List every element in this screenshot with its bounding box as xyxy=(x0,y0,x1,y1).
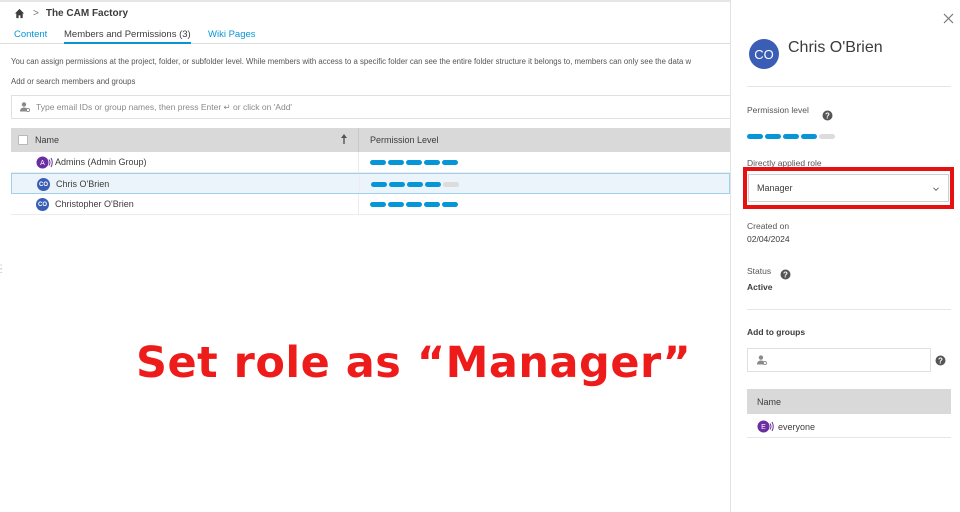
member-name: Christopher O'Brien xyxy=(55,199,134,209)
permission-segment-empty xyxy=(443,182,459,187)
group-name: everyone xyxy=(778,422,816,432)
user-search-icon xyxy=(20,102,31,113)
permission-segment-filled xyxy=(424,202,440,207)
created-value: 02/04/2024 xyxy=(747,234,790,244)
permission-level-indicator xyxy=(370,160,458,165)
column-divider xyxy=(358,128,359,152)
permissions-info-text: You can assign permissions at the projec… xyxy=(11,57,692,66)
permission-segment-filled xyxy=(424,160,440,165)
permission-segment-filled xyxy=(442,202,458,207)
table-row[interactable]: CO Christopher O'Brien xyxy=(11,194,730,215)
column-header-permission-level[interactable]: Permission Level xyxy=(370,135,439,145)
groups-table-header: Name xyxy=(747,389,951,414)
panel-permission-level-indicator xyxy=(747,134,835,139)
avatar: CO xyxy=(37,178,50,191)
role-selected-value: Manager xyxy=(757,183,793,193)
permission-segment-filled xyxy=(370,160,386,165)
group-avatar-letter: E xyxy=(761,424,766,431)
permission-segment-filled xyxy=(371,182,387,187)
group-search-input[interactable] xyxy=(771,355,930,365)
panel-user-name: Chris O'Brien xyxy=(788,39,883,56)
status-label: Status xyxy=(747,266,772,276)
select-all-checkbox[interactable] xyxy=(18,135,28,145)
permission-segment-filled xyxy=(783,134,799,139)
permission-segment-filled xyxy=(747,134,763,139)
group-row[interactable]: E everyone xyxy=(747,415,951,438)
avatar: CO xyxy=(749,39,779,69)
created-label: Created on xyxy=(747,221,790,231)
svg-text:?: ? xyxy=(783,271,788,280)
resize-handle[interactable]: :: xyxy=(0,263,2,275)
table-row[interactable]: A Admins (Admin Group) xyxy=(11,152,730,173)
svg-text:?: ? xyxy=(938,357,943,366)
tab-bar: Content Members and Permissions (3) Wiki… xyxy=(0,26,730,44)
member-name: Chris O'Brien xyxy=(56,179,110,189)
user-search-icon xyxy=(756,355,767,365)
permission-segment-filled xyxy=(370,202,386,207)
member-details-panel: CO Chris O'Brien Permission level ? Dire… xyxy=(730,0,960,512)
help-icon[interactable]: ? xyxy=(780,269,791,280)
breadcrumb-separator: > xyxy=(33,7,39,19)
close-icon[interactable] xyxy=(943,13,954,24)
avatar: CO xyxy=(36,198,49,211)
group-search-box[interactable] xyxy=(747,348,931,372)
divider xyxy=(747,86,951,87)
member-search-input[interactable] xyxy=(36,102,716,112)
table-row-selected[interactable]: CO Chris O'Brien xyxy=(11,173,730,194)
chevron-down-icon xyxy=(933,187,939,192)
groups-column-name: Name xyxy=(757,397,782,407)
divider xyxy=(747,309,951,310)
tab-members-permissions[interactable]: Members and Permissions (3) xyxy=(64,29,191,44)
member-search-box[interactable] xyxy=(11,95,730,119)
member-name: Admins (Admin Group) xyxy=(55,157,147,167)
permission-level-indicator xyxy=(371,182,459,187)
svg-text:?: ? xyxy=(825,112,830,121)
permission-segment-filled xyxy=(389,182,405,187)
permission-segment-filled xyxy=(425,182,441,187)
top-border xyxy=(0,0,730,2)
column-divider xyxy=(359,174,360,193)
help-icon[interactable]: ? xyxy=(935,355,946,366)
group-avatar-letter: A xyxy=(40,160,45,167)
group-avatar-icon: E xyxy=(757,420,774,433)
table-header: Name Permission Level xyxy=(11,128,730,152)
permission-segment-filled xyxy=(406,202,422,207)
permission-level-label: Permission level xyxy=(747,105,809,115)
add-to-groups-label: Add to groups xyxy=(747,327,806,337)
column-header-name[interactable]: Name xyxy=(35,135,59,145)
members-table: Name Permission Level A Admins (Admin Gr… xyxy=(11,128,730,215)
status-value: Active xyxy=(747,282,773,292)
permission-segment-filled xyxy=(407,182,423,187)
permission-level-indicator xyxy=(370,202,458,207)
help-icon[interactable]: ? xyxy=(822,110,833,121)
permission-segment-filled xyxy=(388,160,404,165)
column-divider xyxy=(358,194,359,214)
permission-segment-filled xyxy=(388,202,404,207)
breadcrumb-project[interactable]: The CAM Factory xyxy=(46,8,128,19)
group-avatar-icon: A xyxy=(36,156,53,169)
tab-content[interactable]: Content xyxy=(14,29,47,40)
permission-segment-filled xyxy=(406,160,422,165)
role-label: Directly applied role xyxy=(747,158,822,168)
tutorial-annotation: Set role as “Manager” xyxy=(136,338,692,388)
tab-wiki-pages[interactable]: Wiki Pages xyxy=(208,29,256,40)
home-icon[interactable] xyxy=(14,8,25,19)
permission-segment-filled xyxy=(442,160,458,165)
role-dropdown[interactable]: Manager xyxy=(748,174,949,202)
permission-segment-empty xyxy=(819,134,835,139)
breadcrumb: > The CAM Factory xyxy=(14,6,128,20)
permission-segment-filled xyxy=(801,134,817,139)
sort-ascending-icon[interactable] xyxy=(340,133,348,145)
column-divider xyxy=(358,152,359,172)
permission-segment-filled xyxy=(765,134,781,139)
add-members-label: Add or search members and groups xyxy=(11,77,136,86)
